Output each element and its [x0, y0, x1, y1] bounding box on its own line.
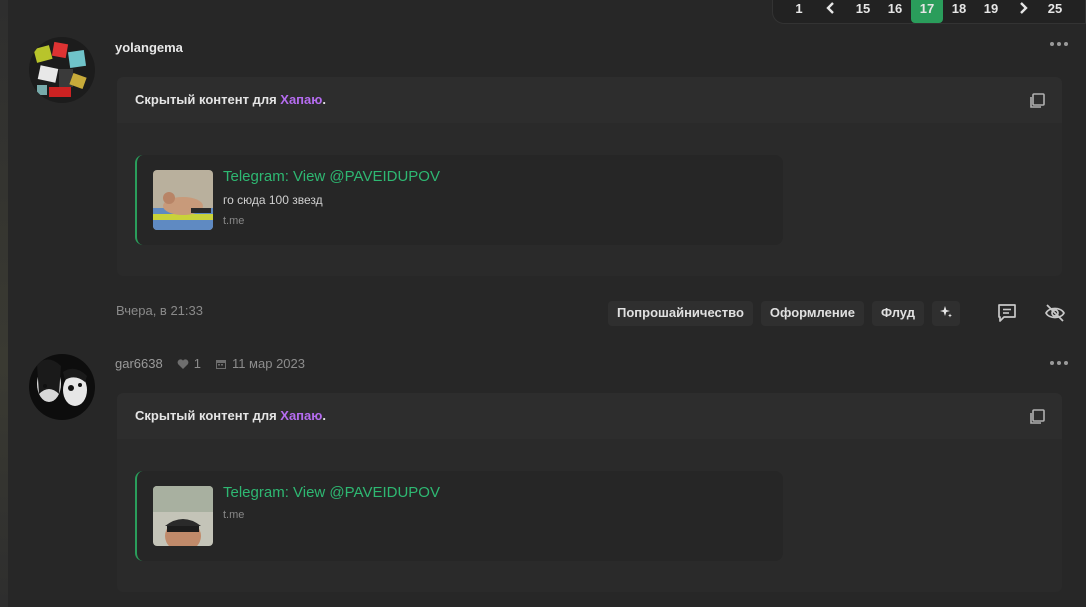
hidden-content-block: Скрытый контент для Хапаю. Telegram: Vie… — [117, 77, 1062, 276]
link-thumbnail — [153, 170, 213, 230]
link-preview[interactable]: Telegram: View @PAVEIDUPOV го сюда 100 з… — [135, 155, 783, 245]
join-date: 11 мар 2023 — [215, 356, 305, 371]
page-15[interactable]: 15 — [847, 0, 879, 23]
copy-icon[interactable] — [1028, 408, 1046, 426]
author-name[interactable]: yolangema — [115, 40, 183, 55]
hidden-content-header: Скрытый контент для Хапаю. — [117, 77, 1062, 123]
post-tags: Попрошайничество Оформление Флуд — [608, 301, 960, 326]
hidden-content-header: Скрытый контент для Хапаю. — [117, 393, 1062, 439]
link-domain: t.me — [223, 215, 245, 227]
group-link[interactable]: Хапаю — [280, 408, 322, 423]
post-date[interactable]: Вчера, в 21:33 — [116, 303, 203, 318]
link-description: го сюда 100 звезд — [223, 193, 323, 207]
avatar[interactable] — [29, 37, 95, 103]
group-link[interactable]: Хапаю — [280, 92, 322, 107]
heart-icon — [177, 358, 189, 369]
page-25[interactable]: 25 — [1039, 0, 1071, 23]
prev-page-button[interactable] — [815, 0, 847, 23]
ellipsis-icon — [1050, 42, 1054, 46]
post-options-button[interactable] — [1050, 361, 1068, 365]
ellipsis-icon — [1050, 361, 1054, 365]
page-edge — [0, 0, 8, 607]
post-options-button[interactable] — [1050, 42, 1068, 46]
link-title[interactable]: Telegram: View @PAVEIDUPOV — [223, 484, 440, 501]
hidden-content-block: Скрытый контент для Хапаю. Telegram: Vie… — [117, 393, 1062, 592]
avatar[interactable] — [29, 354, 95, 420]
calendar-icon — [215, 359, 226, 369]
page-17-current[interactable]: 17 — [911, 0, 943, 23]
chevron-left-icon — [826, 2, 834, 14]
next-page-button[interactable] — [1007, 0, 1039, 23]
page-19[interactable]: 19 — [975, 0, 1007, 23]
eye-off-icon[interactable] — [1044, 302, 1066, 324]
comment-icon[interactable] — [996, 302, 1018, 324]
page-18[interactable]: 18 — [943, 0, 975, 23]
page-16[interactable]: 16 — [879, 0, 911, 23]
link-domain: t.me — [223, 509, 245, 521]
link-thumbnail — [153, 486, 213, 546]
sparkle-button[interactable] — [931, 301, 960, 326]
hidden-content-label: Скрытый контент для Хапаю. — [135, 408, 326, 423]
sparkle-icon — [939, 306, 952, 318]
link-title[interactable]: Telegram: View @PAVEIDUPOV — [223, 168, 440, 185]
tag-begging[interactable]: Попрошайничество — [608, 301, 753, 326]
link-preview[interactable]: Telegram: View @PAVEIDUPOV t.me — [135, 471, 783, 561]
copy-icon[interactable] — [1028, 92, 1046, 110]
tag-flood[interactable]: Флуд — [871, 301, 924, 326]
page-1[interactable]: 1 — [783, 0, 815, 23]
chevron-right-icon — [1020, 2, 1028, 14]
author-name[interactable]: gar6638 — [115, 356, 163, 371]
tag-design[interactable]: Оформление — [760, 301, 864, 326]
likes-count: 1 — [177, 356, 201, 371]
pagination: 1 15 16 17 18 19 25 — [772, 0, 1086, 24]
hidden-content-label: Скрытый контент для Хапаю. — [135, 92, 326, 107]
